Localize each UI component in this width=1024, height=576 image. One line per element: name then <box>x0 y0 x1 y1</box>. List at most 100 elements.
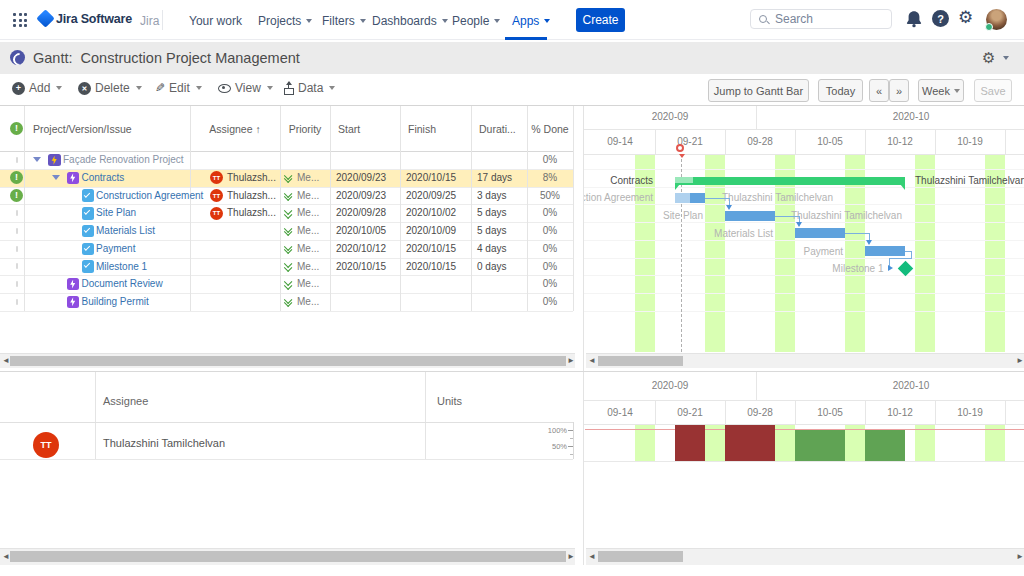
axis-label-50: 50% <box>540 442 567 451</box>
toolbar-menu-edit[interactable]: ✎ Edit <box>155 81 202 95</box>
gantt-settings-icon[interactable]: ⚙ <box>982 49 995 67</box>
gantt-settings-caret[interactable] <box>1003 56 1009 60</box>
gantt-bar-summary[interactable] <box>675 177 905 185</box>
nav-item-your-work[interactable]: Your work <box>189 14 242 28</box>
chevron-down-icon <box>442 19 448 23</box>
scroll-right-arrow[interactable]: ► <box>1016 357 1024 365</box>
nav-item-label: Projects <box>258 14 301 28</box>
resource-avatar: TT <box>33 432 59 458</box>
help-icon[interactable]: ? <box>932 10 949 27</box>
weekend-stripe <box>845 425 865 461</box>
nav-item-label: Dashboards <box>372 14 437 28</box>
scroll-left-arrow[interactable]: ◄ <box>588 553 596 561</box>
gantt-hscrollbar-thumb[interactable] <box>598 356 683 366</box>
resource-hscrollbar-thumb[interactable] <box>10 551 566 562</box>
scroll-left-arrow[interactable]: ◄ <box>2 357 10 365</box>
scroll-left-arrow[interactable]: ◄ <box>588 357 596 365</box>
search-input[interactable]: Search <box>750 9 892 29</box>
issue-name[interactable]: Site Plan <box>96 207 136 218</box>
issue-name[interactable]: Milestone 1 <box>96 261 147 272</box>
timeline-week-label: 10-05 <box>795 136 865 147</box>
expand-arrow-icon[interactable] <box>52 175 60 180</box>
toolbar-button-today[interactable]: Today <box>818 79 863 102</box>
jira-logo-icon[interactable] <box>36 9 54 27</box>
toolbar-button-label: Save <box>980 85 1005 97</box>
scroll-right-arrow[interactable]: ► <box>1016 553 1024 561</box>
nav-item-people[interactable]: People <box>452 14 500 28</box>
gantt-bar-task[interactable] <box>865 246 905 256</box>
assignee-name: Thulazsh... <box>227 207 276 218</box>
toolbar-menu-delete[interactable]: ✕Delete <box>78 81 142 95</box>
dependency-arrow-icon <box>796 222 802 227</box>
nav-item-label: Your work <box>189 14 242 28</box>
start-date: 2020/09/28 <box>336 207 386 218</box>
nav-item-projects[interactable]: Projects <box>258 14 312 28</box>
gantt-milestone-diamond[interactable] <box>897 261 913 277</box>
table-hscrollbar-thumb[interactable] <box>10 356 566 366</box>
dependency-line <box>775 216 800 217</box>
panel-splitter[interactable] <box>583 106 584 565</box>
toolbar-button--[interactable]: « <box>869 79 889 102</box>
toolbar-menu-view[interactable]: View <box>218 81 273 95</box>
gantt-bar-label-right: Thulazshini Tamilchelvan <box>722 192 833 203</box>
histogram-hscrollbar-thumb[interactable] <box>598 551 683 562</box>
issue-name[interactable]: Building Permit <box>82 296 149 307</box>
task-type-icon <box>82 189 95 202</box>
toolbar-menu-data[interactable]: Data <box>283 81 335 95</box>
plus-circle-icon: + <box>12 82 25 95</box>
timeline-week-label: 10-19 <box>935 136 1005 147</box>
issue-name[interactable]: Façade Renovation Project <box>63 154 184 165</box>
assignee-avatar: TT <box>210 189 223 202</box>
nav-item-dashboards[interactable]: Dashboards <box>372 14 448 28</box>
task-type-icon <box>82 243 95 256</box>
settings-icon[interactable]: ⚙ <box>958 7 973 28</box>
app-switcher-icon[interactable] <box>13 13 27 27</box>
today-marker-icon <box>676 144 684 152</box>
weekend-stripe <box>705 425 725 461</box>
user-avatar[interactable] <box>986 9 1007 30</box>
scroll-right-arrow[interactable]: ► <box>567 553 575 561</box>
chevron-down-icon <box>494 19 500 23</box>
story-type-icon <box>67 278 80 291</box>
toolbar-button-save[interactable]: Save <box>974 79 1012 102</box>
priority-label: Me... <box>297 261 319 272</box>
gantt-bar-task[interactable] <box>725 211 775 221</box>
issue-name[interactable]: Materials List <box>96 225 155 236</box>
nav-item-apps[interactable]: Apps <box>512 14 550 28</box>
finish-date: 2020/10/02 <box>406 207 456 218</box>
expand-arrow-icon[interactable] <box>33 157 41 162</box>
notifications-icon[interactable] <box>905 10 923 28</box>
issue-name[interactable]: Payment <box>96 243 135 254</box>
row-handle-dash <box>16 281 18 287</box>
column-header-project-version-issue[interactable]: Project/Version/Issue <box>33 123 132 135</box>
toolbar-button-jump-to-gantt-bar[interactable]: Jump to Gantt Bar <box>708 79 809 102</box>
toolbar-menu-add[interactable]: +Add <box>12 81 62 95</box>
jira-logo-text[interactable]: Jira Software <box>56 12 132 26</box>
indicator-column-icon: ! <box>10 122 23 135</box>
toolbar-button-week[interactable]: Week <box>918 79 964 102</box>
column-header-finish[interactable]: Finish <box>408 123 436 135</box>
column-header-start[interactable]: Start <box>338 123 360 135</box>
gantt-bar-task[interactable] <box>795 228 845 238</box>
scroll-left-arrow[interactable]: ◄ <box>2 553 10 561</box>
create-button[interactable]: Create <box>576 8 625 32</box>
toolbar-button--[interactable]: » <box>889 79 909 102</box>
issue-name[interactable]: Contracts <box>82 172 125 183</box>
pencil-icon: ✎ <box>155 81 165 95</box>
dependency-arrow-icon <box>888 265 893 271</box>
nav-item-label: Filters <box>322 14 355 28</box>
task-type-icon <box>82 260 95 273</box>
finish-date: 2020/10/15 <box>406 261 456 272</box>
pct-done: 50% <box>527 190 573 201</box>
start-date: 2020/10/15 <box>336 261 386 272</box>
issue-name[interactable]: Construction Agreement <box>96 190 203 201</box>
task-type-icon <box>82 225 95 238</box>
issue-name[interactable]: Document Review <box>82 278 163 289</box>
toolbar-menu-label: Edit <box>169 81 190 95</box>
start-date: 2020/10/05 <box>336 225 386 236</box>
scroll-right-arrow[interactable]: ► <box>567 357 575 365</box>
duration: 3 days <box>477 190 506 201</box>
start-date: 2020/09/23 <box>336 172 386 183</box>
duration: 4 days <box>477 243 506 254</box>
nav-item-filters[interactable]: Filters <box>322 14 366 28</box>
